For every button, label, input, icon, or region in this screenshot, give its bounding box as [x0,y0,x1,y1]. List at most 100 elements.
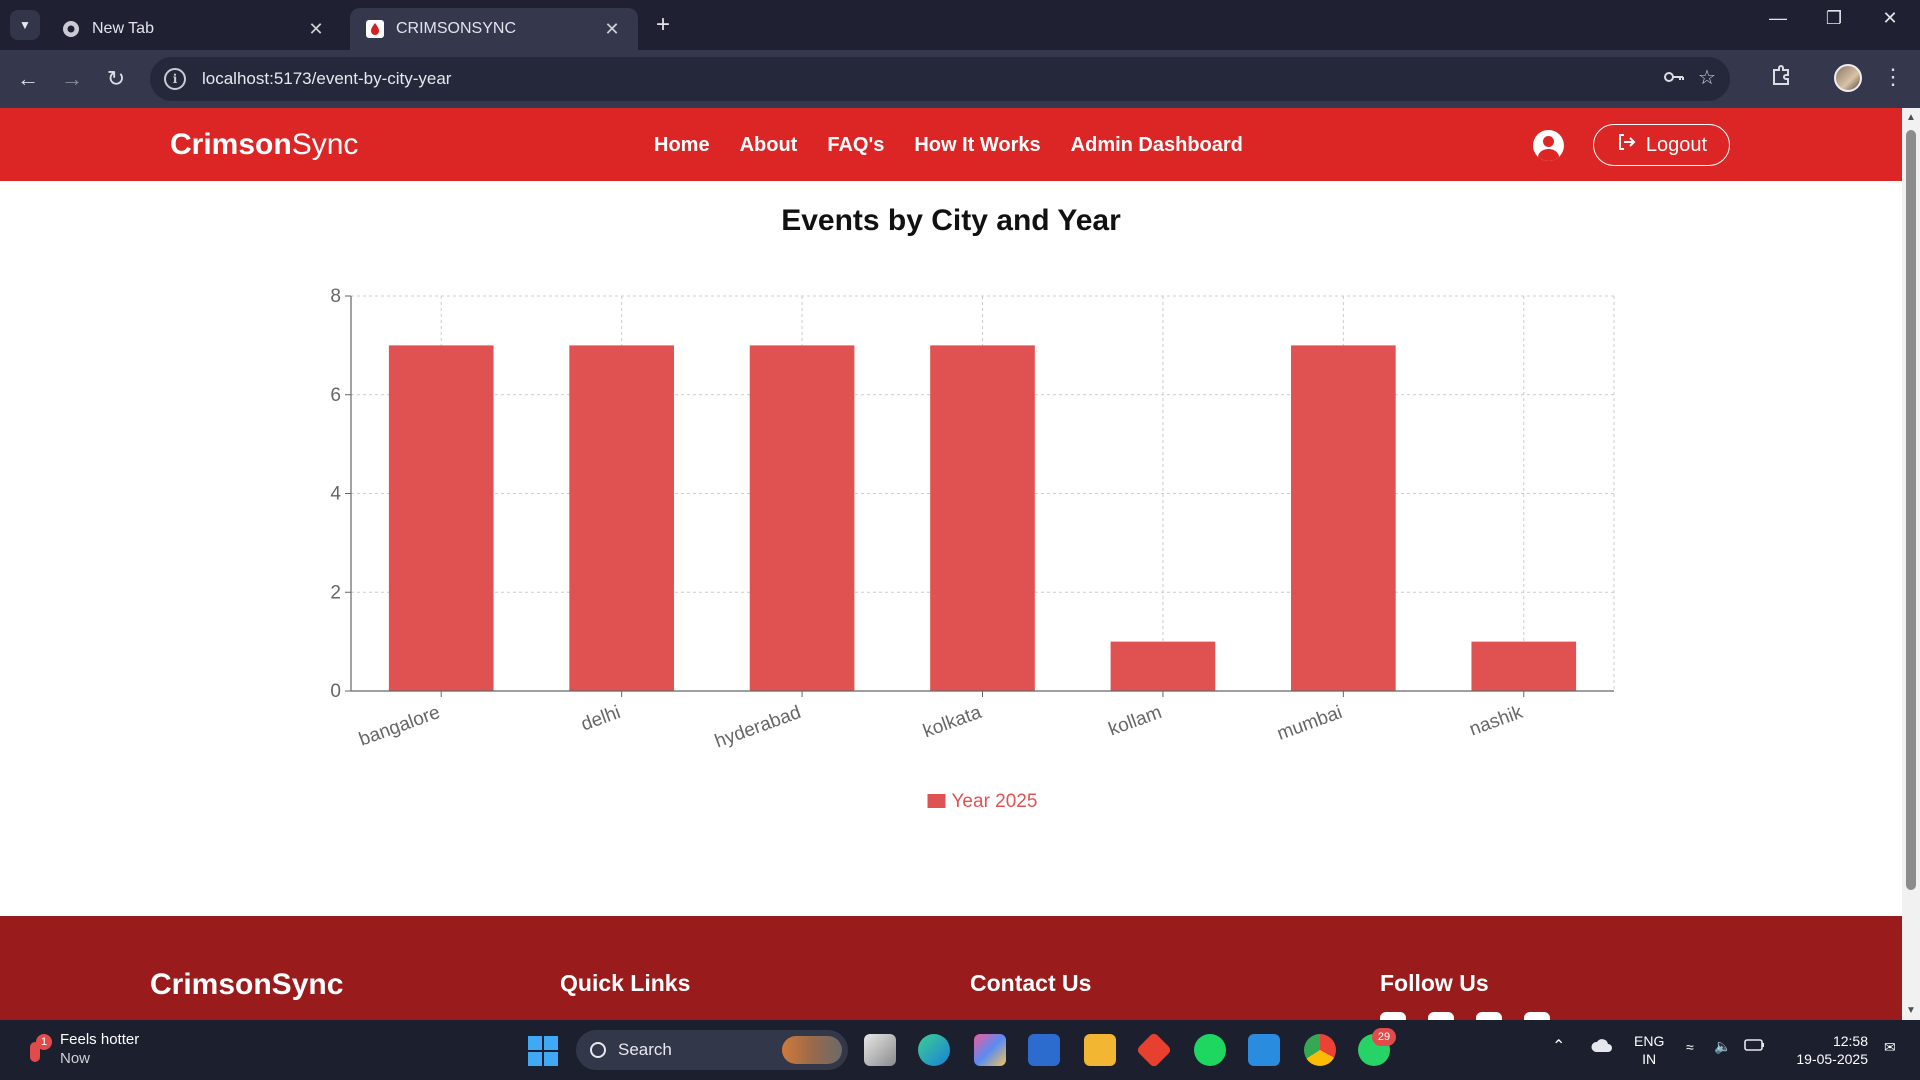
y-tick-label: 8 [330,286,341,307]
tab-title: CRIMSONSYNC [396,20,517,37]
password-key-icon[interactable] [1662,65,1686,95]
footer-brand: CrimsonSync [150,968,344,1001]
language-indicator[interactable]: ENG IN [1634,1032,1664,1068]
nav-about[interactable]: About [740,134,798,157]
profile-avatar[interactable] [1834,64,1862,92]
bar[interactable] [1471,641,1577,691]
windows-taskbar: 1 Feels hotter Now Search 29 ⌃ ENG IN ≈ … [0,1020,1920,1080]
facebook-icon[interactable] [1380,1012,1406,1020]
bar[interactable] [930,345,1035,691]
battery-icon[interactable] [1744,1036,1766,1058]
weather-widget[interactable]: 1 Feels hotter Now [24,1030,139,1068]
x-tick-label: delhi [578,702,623,735]
brand-logo[interactable]: CrimsonSync [170,128,358,162]
nav-how-it-works[interactable]: How It Works [914,134,1040,157]
logout-button[interactable]: Logout [1593,124,1730,166]
blood-drop-icon [366,20,384,38]
reload-icon[interactable]: ↻ [102,65,130,93]
thermometer-icon: 1 [24,1034,52,1064]
weather-subtitle: Now [60,1050,91,1067]
spotify-icon[interactable] [1194,1034,1226,1066]
bar[interactable] [569,345,674,691]
forward-icon[interactable]: → [58,65,86,93]
tab-crimsonsync[interactable]: CRIMSONSYNC ✕ [350,8,638,50]
chrome-taskbar-icon[interactable] [1304,1034,1336,1066]
page-title: Events by City and Year [781,204,1121,237]
site-info-icon[interactable]: i [164,68,186,90]
x-tick-label: kollam [1106,702,1165,741]
nav-admin-dashboard[interactable]: Admin Dashboard [1071,134,1243,157]
y-tick-label: 4 [330,484,341,505]
browser-toolbar: ← → ↻ i localhost:5173/event-by-city-yea… [0,50,1920,108]
y-tick-label: 6 [330,385,341,406]
bar[interactable] [388,345,494,691]
clock-date: 19-05-2025 [1796,1051,1868,1067]
notification-icon[interactable]: ✉ [1884,1038,1896,1056]
x-tick-label: nashik [1467,702,1526,741]
x-tick-label: bangalore [356,702,443,751]
edge-icon[interactable] [918,1034,950,1066]
file-explorer-icon[interactable] [1084,1034,1116,1066]
linkedin-icon[interactable] [1524,1012,1550,1020]
x-tick-label: mumbai [1274,702,1345,745]
copilot-icon[interactable] [974,1034,1006,1066]
bar[interactable] [1110,641,1216,691]
bar[interactable] [1291,345,1396,691]
tab-new-tab[interactable]: New Tab ✕ [46,8,342,50]
extensions-icon[interactable] [1766,64,1796,92]
vscode-icon[interactable] [1248,1034,1280,1066]
footer-contact-heading: Contact Us [970,970,1092,996]
chrome-icon [62,20,80,38]
footer-quick-links-heading: Quick Links [560,970,691,996]
instagram-icon[interactable] [1476,1012,1502,1020]
restore-icon[interactable]: ❐ [1814,8,1854,29]
bookmark-star-icon[interactable]: ☆ [1698,65,1716,90]
logout-label: Logout [1645,133,1708,156]
scrollbar-thumb[interactable] [1906,130,1916,890]
tab-search-button[interactable]: ▼ [10,10,40,40]
taskbar-search[interactable]: Search [576,1030,848,1070]
social-links [1380,1012,1550,1020]
events-bar-chart: 0 2 4 6 8 bangalore delhi hyderabad kolkata kolla… [330,286,1615,812]
clock[interactable]: 12:58 19-05-2025 [1782,1032,1868,1068]
legend-swatch [927,794,946,808]
search-label: Search [618,1040,672,1059]
onedrive-icon[interactable] [1590,1036,1614,1058]
logout-icon [1616,132,1636,158]
tab-title: New Tab [92,20,154,37]
chrome-menu-icon[interactable]: ⋮ [1878,64,1908,90]
url-text[interactable]: localhost:5173/event-by-city-year [202,69,451,89]
new-tab-button[interactable]: + [650,11,676,38]
site-header: CrimsonSync Home About FAQ's How It Work… [0,108,1902,181]
task-view-icon[interactable] [864,1034,896,1066]
x-tick-label: hyderabad [712,702,804,752]
scroll-down-icon[interactable]: ▼ [1906,1005,1916,1016]
user-profile-icon[interactable] [1533,130,1564,161]
close-tab-icon[interactable]: ✕ [306,19,326,40]
whatsapp-badge: 29 [1372,1028,1396,1046]
app-diamond-icon[interactable] [1135,1031,1173,1069]
bar[interactable] [749,345,855,691]
search-icon [590,1042,606,1058]
main-nav: Home About FAQ's How It Works Admin Dash… [654,134,1243,157]
nav-home[interactable]: Home [654,134,710,157]
wifi-icon[interactable]: ≈ [1686,1038,1694,1056]
weather-title: Feels hotter [60,1031,140,1048]
close-window-icon[interactable]: ✕ [1870,8,1910,29]
nav-faqs[interactable]: FAQ's [827,134,884,157]
microsoft-store-icon[interactable] [1028,1034,1060,1066]
scroll-up-icon[interactable]: ▲ [1906,112,1916,123]
close-tab-icon[interactable]: ✕ [602,19,622,40]
y-tick-label: 0 [330,681,341,702]
minimize-icon[interactable]: — [1758,8,1798,29]
y-tick-label: 2 [330,582,341,603]
twitter-icon[interactable] [1428,1012,1454,1020]
search-highlight-image [782,1036,842,1064]
tray-chevron-icon[interactable]: ⌃ [1552,1038,1565,1056]
page-scrollbar[interactable]: ▲ ▼ [1902,108,1920,1020]
windows-start-icon[interactable] [528,1036,558,1066]
address-bar[interactable]: i localhost:5173/event-by-city-year ☆ [150,57,1730,101]
back-icon[interactable]: ← [14,65,42,93]
footer: CrimsonSync Quick Links Contact Us Follo… [0,916,1902,1020]
volume-icon[interactable]: 🔈 [1714,1037,1731,1055]
